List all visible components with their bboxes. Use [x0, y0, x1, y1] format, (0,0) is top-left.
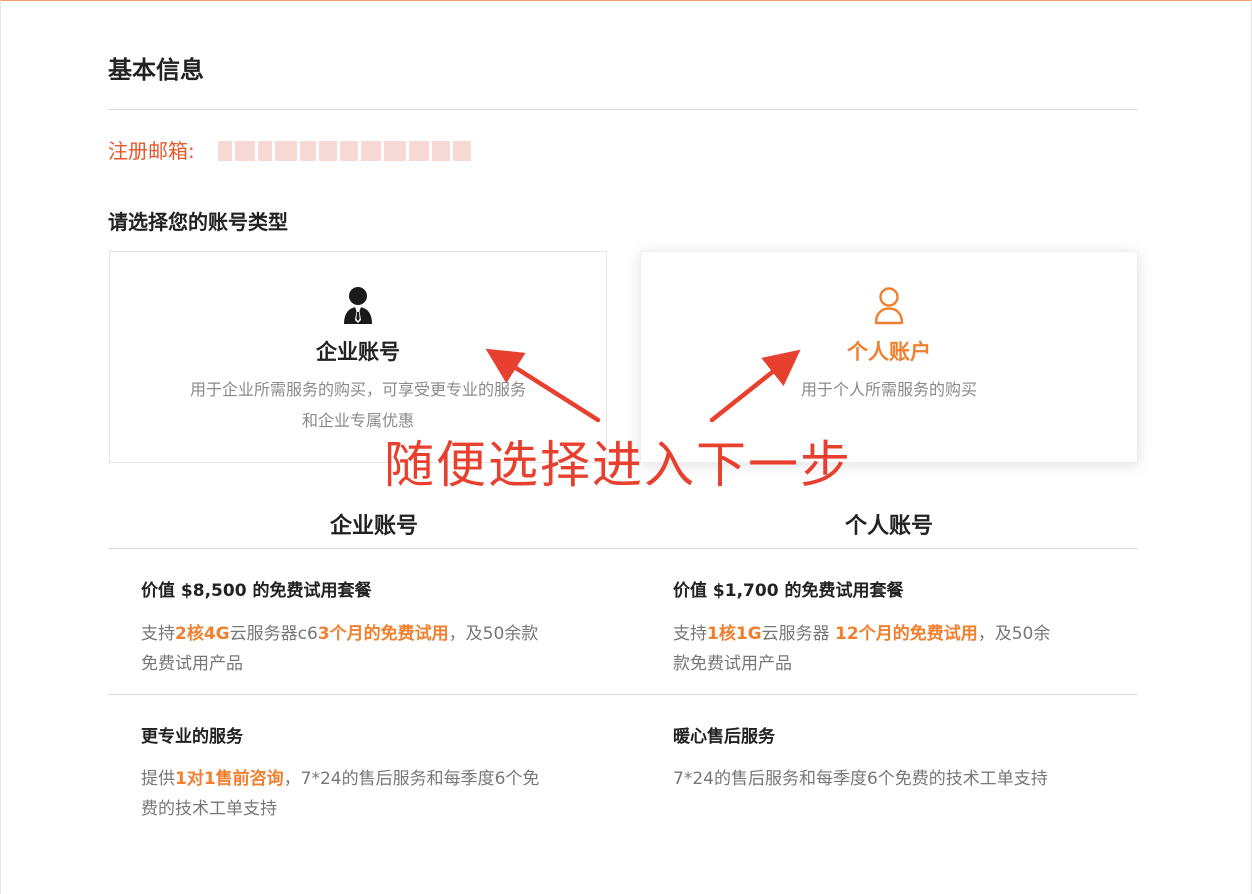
- enterprise-service-description: 提供1对1售前咨询，7*24的售后服务和每季度6个免 费的技术工单支持: [141, 764, 611, 824]
- highlight-trial: 3个月的免费试用: [317, 624, 449, 644]
- text-span: 云服务器c6: [229, 624, 318, 644]
- divider: [108, 109, 1138, 110]
- text-span: ，及50余款: [448, 624, 539, 644]
- highlight-spec: 2核4G: [175, 624, 230, 644]
- personal-card-title: 个人账户: [847, 340, 931, 364]
- personal-service-description: 7*24的售后服务和每季度6个免费的技术工单支持: [673, 769, 1048, 789]
- divider: [108, 548, 1138, 549]
- text-line: 款免费试用产品: [673, 654, 792, 674]
- personal-trial-description: 支持1核1G云服务器 12个月的免费试用，及50余 款免费试用产品: [673, 619, 1143, 679]
- text-span: 支持: [673, 624, 707, 644]
- enterprise-service-title: 更专业的服务: [141, 727, 243, 747]
- annotation-text: 随便选择进入下一步: [384, 436, 852, 494]
- text-span: 云服务器: [761, 624, 836, 644]
- account-type-heading: 请选择您的账号类型: [108, 210, 288, 234]
- enterprise-desc-line1: 用于企业所需服务的购买，可享受更专业的服务: [189, 380, 526, 399]
- text-line: 费的技术工单支持: [141, 799, 277, 819]
- text-span: ，及50余: [977, 624, 1051, 644]
- personal-service-title: 暖心售后服务: [673, 727, 775, 747]
- enterprise-card-title: 企业账号: [316, 340, 400, 364]
- divider: [108, 694, 1138, 695]
- personal-trial-title: 价值 $1,700 的免费试用套餐: [673, 581, 904, 601]
- enterprise-column-heading: 企业账号: [330, 514, 419, 539]
- enterprise-trial-description: 支持2核4G云服务器c63个月的免费试用，及50余款 免费试用产品: [141, 619, 611, 679]
- page-title: 基本信息: [108, 56, 204, 84]
- text-span: 提供: [141, 769, 175, 789]
- enterprise-trial-title: 价值 $8,500 的免费试用套餐: [141, 581, 372, 601]
- personal-card-description: 用于个人所需服务的购买: [800, 380, 977, 399]
- email-value-redacted: [218, 138, 476, 164]
- highlight-spec: 1核1G: [707, 624, 762, 644]
- text-line: 免费试用产品: [141, 654, 243, 674]
- email-label: 注册邮箱:: [108, 139, 195, 163]
- highlight-consult: 1对1售前咨询: [175, 769, 284, 789]
- user-outline-icon: [874, 287, 904, 325]
- highlight-trial: 12个月的免费试用: [835, 624, 978, 644]
- business-person-icon: [344, 287, 372, 324]
- text-span: 支持: [141, 624, 175, 644]
- personal-column-heading: 个人账号: [845, 514, 934, 539]
- text-span: ，7*24的售后服务和每季度6个免: [283, 769, 540, 789]
